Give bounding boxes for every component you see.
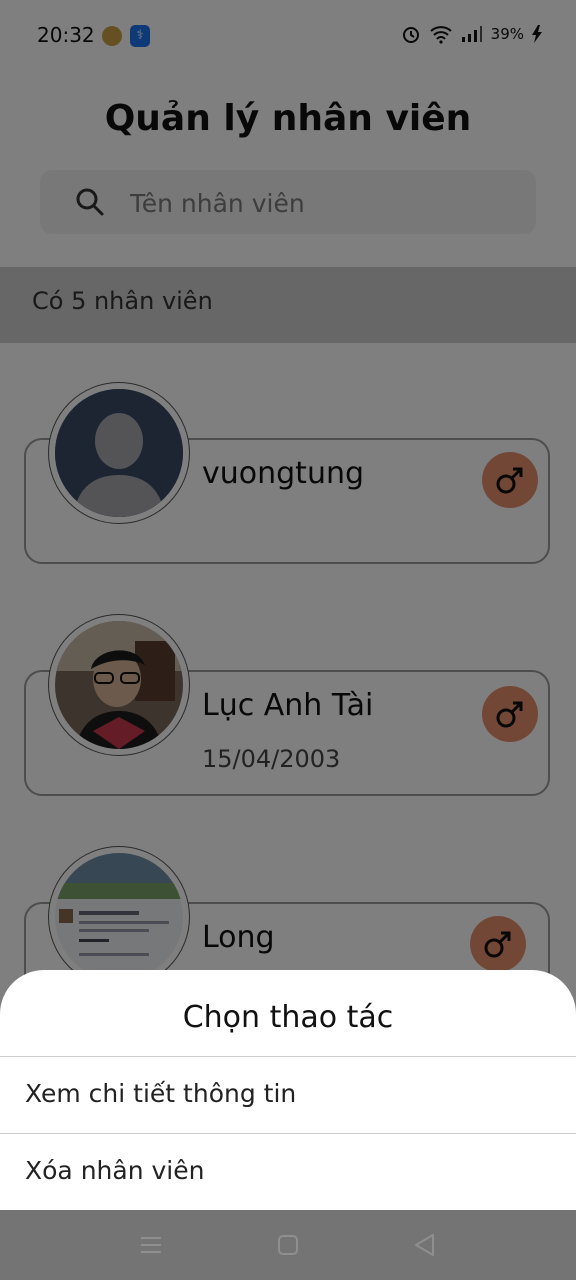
delete-employee-label: Xóa nhân viên <box>25 1156 205 1185</box>
view-details-label: Xem chi tiết thông tin <box>25 1079 297 1108</box>
action-sheet: Chọn thao tác Xem chi tiết thông tin Xóa… <box>0 970 576 1210</box>
action-sheet-title: Chọn thao tác <box>182 1000 394 1035</box>
back-icon[interactable] <box>413 1232 435 1258</box>
home-icon[interactable] <box>277 1232 299 1258</box>
system-nav-bar <box>0 1210 576 1280</box>
view-details-option[interactable]: Xem chi tiết thông tin <box>0 1056 576 1133</box>
delete-employee-option[interactable]: Xóa nhân viên <box>0 1133 576 1210</box>
menu-icon[interactable] <box>140 1232 162 1258</box>
